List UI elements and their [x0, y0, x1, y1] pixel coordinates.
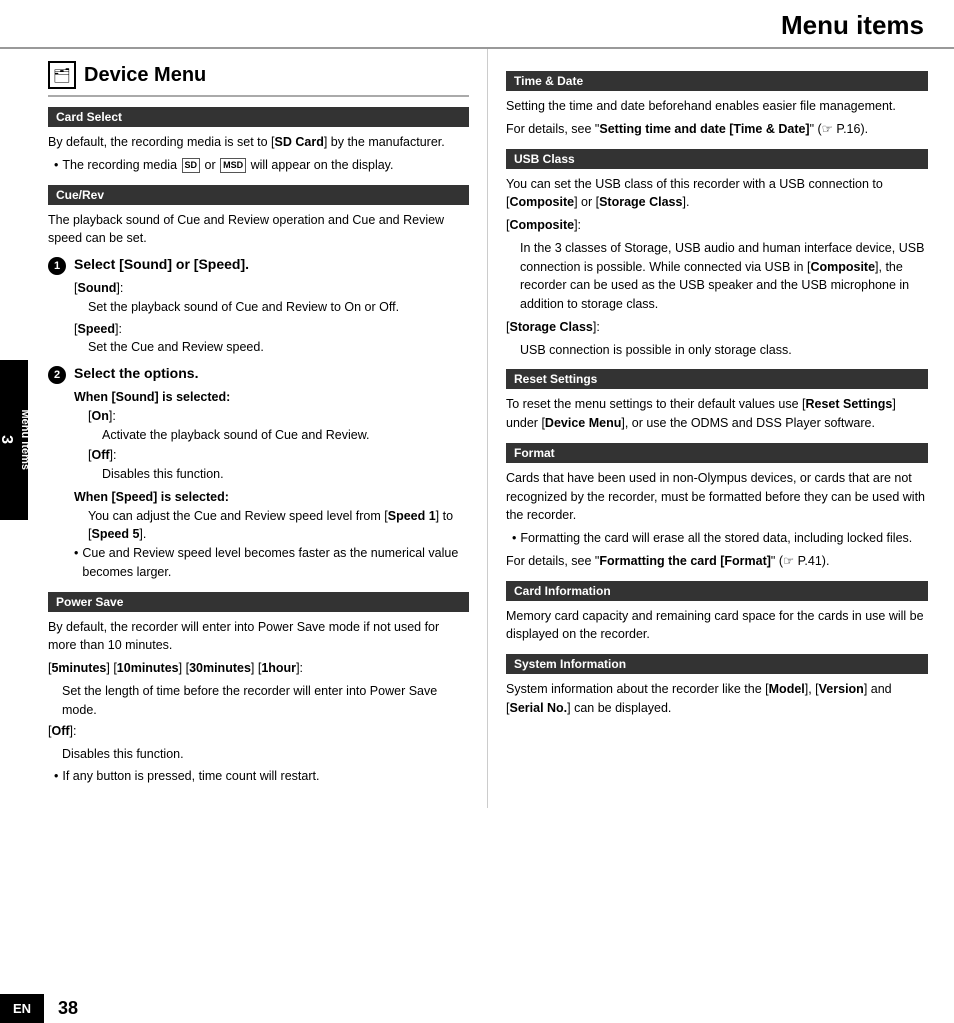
sd-icon: SD [182, 158, 201, 174]
folder-icon: 🗂 [53, 67, 71, 84]
usb-class-composite-body: In the 3 classes of Storage, USB audio a… [520, 239, 928, 314]
cue-rev-body1: The playback sound of Cue and Review ope… [48, 211, 469, 249]
right-column: Time & Date Setting the time and date be… [488, 49, 948, 808]
step1-title: Select [Sound] or [Speed]. [74, 256, 249, 272]
system-info-body1: System information about the recorder li… [506, 680, 928, 718]
bullet-dot2: • [74, 544, 78, 582]
step2-number: 2 [48, 366, 66, 384]
format-body2: For details, see "Formatting the card [F… [506, 552, 928, 571]
card-select-header: Card Select [48, 107, 469, 127]
page-title: Menu items [30, 10, 924, 41]
left-column: 🗂 Device Menu Card Select By default, th… [28, 49, 488, 808]
step2-off-label: [Off]: [88, 446, 469, 465]
power-save-body1: By default, the recorder will enter into… [48, 618, 469, 656]
reset-settings-header: Reset Settings [506, 369, 928, 389]
card-info-header: Card Information [506, 581, 928, 601]
step1-speed-label: [Speed]: [74, 320, 469, 339]
bullet-dot: • [54, 156, 58, 175]
step2-speed-body: You can adjust the Cue and Review speed … [88, 507, 469, 545]
card-select-bullet1: • The recording media SD or MSD will app… [54, 156, 469, 175]
step2: 2 Select the options. [48, 365, 469, 384]
power-save-bullet1: • If any button is pressed, time count w… [54, 767, 469, 786]
step2-when-speed: When [Speed] is selected: [74, 488, 469, 507]
chapter-title: Menu items [19, 410, 31, 471]
step2-on-body: Activate the playback sound of Cue and R… [102, 426, 469, 445]
power-save-body2-sub: Set the length of time before the record… [62, 682, 469, 720]
step1-sound-label: [Sound]: [74, 279, 469, 298]
step2-content: Select the options. [74, 365, 198, 381]
format-bullet-text: Formatting the card will erase all the s… [520, 529, 912, 548]
step2-on-label: [On]: [88, 407, 469, 426]
card-select-bullet-text: The recording media SD or MSD will appea… [62, 156, 393, 175]
usb-class-body1: You can set the USB class of this record… [506, 175, 928, 213]
bullet-dot3: • [54, 767, 58, 786]
chapter-tab: 3 Menu items [0, 360, 28, 520]
msd-icon: MSD [220, 158, 246, 174]
format-bullet1: • Formatting the card will erase all the… [512, 529, 928, 548]
step2-title: Select the options. [74, 365, 198, 381]
step2-when-sound: When [Sound] is selected: [74, 388, 469, 407]
card-info-body1: Memory card capacity and remaining card … [506, 607, 928, 645]
page-footer: EN 38 [0, 994, 954, 1023]
reset-settings-body1: To reset the menu settings to their defa… [506, 395, 928, 433]
usb-class-composite-label: [Composite]: [506, 216, 928, 235]
step1-content: Select [Sound] or [Speed]. [74, 256, 249, 272]
device-menu-heading: Device Menu [84, 64, 206, 87]
page-header: Menu items [0, 0, 954, 49]
usb-class-storage-body: USB connection is possible in only stora… [520, 341, 928, 360]
step2-off-body: Disables this function. [102, 465, 469, 484]
step1: 1 Select [Sound] or [Speed]. [48, 256, 469, 275]
usb-class-storage-label: [Storage Class]: [506, 318, 928, 337]
usb-class-header: USB Class [506, 149, 928, 169]
format-body1: Cards that have been used in non-Olympus… [506, 469, 928, 525]
main-content: 🗂 Device Menu Card Select By default, th… [28, 49, 954, 808]
step1-number: 1 [48, 257, 66, 275]
device-menu-title: 🗂 Device Menu [48, 61, 469, 97]
power-save-header: Power Save [48, 592, 469, 612]
footer-lang: EN [0, 994, 44, 1023]
format-header: Format [506, 443, 928, 463]
power-save-bullet-text: If any button is pressed, time count wil… [62, 767, 319, 786]
device-menu-icon: 🗂 [48, 61, 76, 89]
step2-speed-bullet: • Cue and Review speed level becomes fas… [74, 544, 469, 582]
time-date-body1: Setting the time and date beforehand ena… [506, 97, 928, 116]
footer-page-number: 38 [44, 994, 92, 1023]
cue-rev-header: Cue/Rev [48, 185, 469, 205]
power-save-body3-sub: Disables this function. [62, 745, 469, 764]
card-select-body1: By default, the recording media is set t… [48, 133, 469, 152]
system-info-header: System Information [506, 654, 928, 674]
power-save-body2: [5minutes] [10minutes] [30minutes] [1hou… [48, 659, 469, 678]
bullet-dot4: • [512, 529, 516, 548]
time-date-header: Time & Date [506, 71, 928, 91]
step1-details: [Sound]: Set the playback sound of Cue a… [74, 279, 469, 357]
chapter-number: 3 [0, 436, 15, 445]
step2-speed-bullet-text: Cue and Review speed level becomes faste… [82, 544, 469, 582]
step1-sound-body: Set the playback sound of Cue and Review… [88, 298, 469, 317]
power-save-body3: [Off]: [48, 722, 469, 741]
time-date-body2: For details, see "Setting time and date … [506, 120, 928, 139]
step2-details: When [Sound] is selected: [On]: Activate… [74, 388, 469, 582]
step1-speed-body: Set the Cue and Review speed. [88, 338, 469, 357]
